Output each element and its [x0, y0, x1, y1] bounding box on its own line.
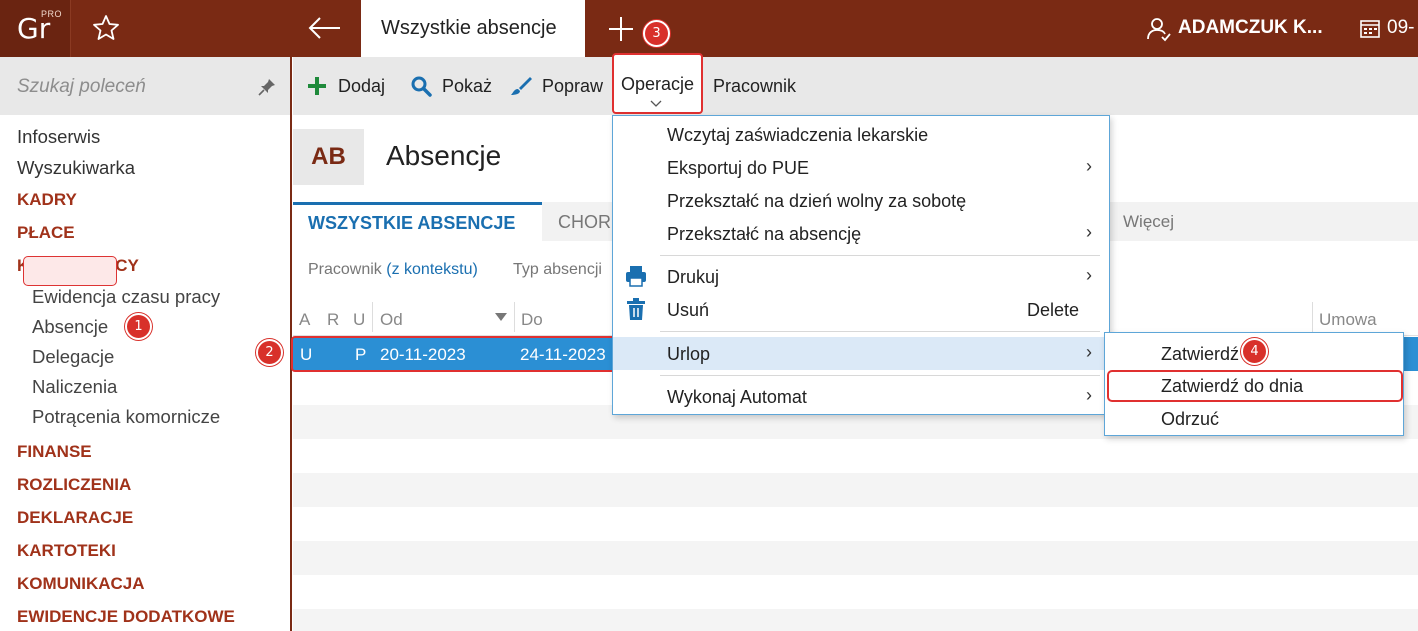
command-search — [0, 57, 290, 115]
new-tab-plus-icon[interactable] — [606, 14, 636, 44]
add-button-label: Dodaj — [338, 75, 386, 96]
command-search-input[interactable] — [17, 76, 237, 98]
employee-button[interactable]: Pracownik — [713, 72, 796, 100]
step-badge-4: 4 — [1241, 338, 1268, 365]
sidebar-item-ewidencja-czasu-pracy[interactable]: Ewidencja czasu pracy — [32, 286, 220, 308]
search-icon — [411, 76, 432, 97]
menu-separator — [660, 255, 1100, 256]
chevron-down-icon — [650, 100, 662, 107]
filter-employee[interactable]: Pracownik (z kontekstu) — [308, 261, 478, 279]
trash-icon — [627, 298, 645, 320]
submenu-item-zatwierdz[interactable]: Zatwierdź — [1161, 344, 1239, 365]
filter-absence-type[interactable]: Typ absencji — [513, 261, 602, 279]
step-badge-1: 1 — [125, 313, 152, 340]
filter-employee-label: Pracownik — [308, 261, 387, 278]
edit-button-label: Popraw — [542, 75, 604, 96]
sidebar-section-deklaracje[interactable]: DEKLARACJE — [17, 508, 133, 528]
menu-separator — [660, 331, 1100, 332]
column-header-do[interactable]: Do — [521, 310, 543, 330]
top-bar: Gr PRO Wszystkie absencje ADAMCZUK K... … — [0, 0, 1418, 57]
sort-desc-icon[interactable] — [494, 312, 508, 322]
menu-item-wykonaj-automat[interactable]: Wykonaj Automat — [667, 387, 807, 408]
step-badge-3: 3 — [643, 20, 670, 47]
sidebar-section-kartoteki[interactable]: KARTOTEKI — [17, 541, 116, 561]
user-icon[interactable] — [1146, 16, 1172, 42]
calendar-icon[interactable] — [1359, 17, 1381, 39]
column-header-u[interactable]: U — [353, 310, 365, 330]
date-display[interactable]: 09- — [1387, 17, 1414, 39]
page-title: Absencje — [386, 140, 502, 171]
tab-wszystkie-absencje[interactable]: Wszystkie absencje — [361, 0, 585, 57]
star-icon[interactable] — [90, 12, 122, 44]
column-header-od[interactable]: Od — [380, 310, 403, 330]
menu-item-przeksztalc-dzien-wolny[interactable]: Przekształć na dzień wolny za sobotę — [667, 191, 966, 212]
tab-wszystkie-absencje-list[interactable]: WSZYSTKIE ABSENCJE — [293, 202, 542, 241]
edit-button[interactable]: Popraw — [510, 72, 603, 100]
sidebar-section-place[interactable]: PŁACE — [17, 223, 75, 243]
menu-item-usun-shortcut: Delete — [1027, 300, 1080, 320]
sidebar-section-finanse[interactable]: FINANSE — [17, 442, 92, 462]
app-logo[interactable]: Gr PRO — [0, 0, 71, 57]
brush-icon — [511, 77, 532, 95]
tab-chor[interactable]: CHOR — [558, 212, 611, 233]
sidebar-section-kadry[interactable]: KADRY — [17, 190, 77, 210]
column-header-umowa[interactable]: Umowa — [1319, 310, 1377, 330]
submenu-item-zatwierdz-do-dnia[interactable]: Zatwierdź do dnia — [1161, 376, 1303, 397]
sidebar-item-delegacje[interactable]: Delegacje — [32, 346, 114, 368]
table-row[interactable] — [293, 609, 1418, 631]
menu-item-przeksztalc-absencje[interactable]: Przekształć na absencję — [667, 224, 861, 245]
menu-item-drukuj[interactable]: Drukuj — [667, 267, 719, 288]
show-button-label: Pokaż — [442, 75, 493, 96]
column-separator — [514, 302, 515, 332]
menu-item-urlop[interactable]: Urlop — [667, 344, 710, 365]
column-header-a[interactable]: A — [299, 310, 310, 330]
submenu-arrow-icon: › — [1086, 156, 1092, 176]
step-badge-2: 2 — [256, 339, 283, 366]
user-name[interactable]: ADAMCZUK K... — [1178, 17, 1323, 39]
sidebar-section-rozliczenia[interactable]: ROZLICZENIA — [17, 475, 131, 495]
plus-icon — [308, 77, 326, 95]
submenu-arrow-icon: › — [1086, 342, 1092, 362]
selected-row-highlight — [291, 336, 616, 372]
submenu-arrow-icon: › — [1086, 265, 1092, 285]
sidebar-item-naliczenia[interactable]: Naliczenia — [32, 376, 117, 398]
sidebar-item-infoserwis[interactable]: Infoserwis — [17, 126, 100, 148]
back-arrow-icon[interactable] — [306, 14, 344, 42]
submenu-arrow-icon: › — [1086, 222, 1092, 242]
sidebar-section-ewidencje-dodatkowe[interactable]: EWIDENCJE DODATKOWE — [17, 607, 235, 627]
sidebar-section-komunikacja[interactable]: KOMUNIKACJA — [17, 574, 145, 594]
operations-button-label: Operacje — [621, 74, 695, 94]
menu-item-eksportuj-pue[interactable]: Eksportuj do PUE — [667, 158, 809, 179]
sidebar-active-highlight — [23, 256, 117, 286]
module-badge: AB — [293, 129, 364, 185]
menu-item-usun[interactable]: Usuń — [667, 300, 709, 321]
column-header-r[interactable]: R — [327, 310, 339, 330]
sidebar-item-absencje[interactable]: Absencje — [32, 316, 108, 338]
menu-item-wczytaj-zaswiadczenia[interactable]: Wczytaj zaświadczenia lekarskie — [667, 125, 928, 146]
table-row[interactable] — [293, 473, 1418, 507]
filter-employee-context[interactable]: (z kontekstu) — [386, 261, 478, 278]
logo-pro-label: PRO — [41, 9, 63, 19]
menu-separator — [660, 375, 1100, 376]
sidebar-item-potracenia-komornicze[interactable]: Potrącenia komornicze — [32, 406, 220, 428]
table-row[interactable] — [293, 541, 1418, 575]
add-button[interactable]: Dodaj — [306, 72, 385, 100]
column-separator — [372, 302, 373, 332]
tab-more[interactable]: Więcej — [1123, 212, 1174, 232]
sidebar-item-wyszukiwarka[interactable]: Wyszukiwarka — [17, 157, 135, 179]
column-separator — [1312, 302, 1313, 332]
submenu-item-odrzuc[interactable]: Odrzuć — [1161, 409, 1219, 430]
tab-title: Wszystkie absencje — [381, 17, 557, 39]
tab-all-label: WSZYSTKIE ABSENCJE — [308, 213, 516, 233]
show-button[interactable]: Pokaż — [410, 72, 492, 100]
submenu-arrow-icon: › — [1086, 385, 1092, 405]
printer-icon — [626, 266, 646, 287]
pin-icon[interactable] — [257, 77, 277, 97]
